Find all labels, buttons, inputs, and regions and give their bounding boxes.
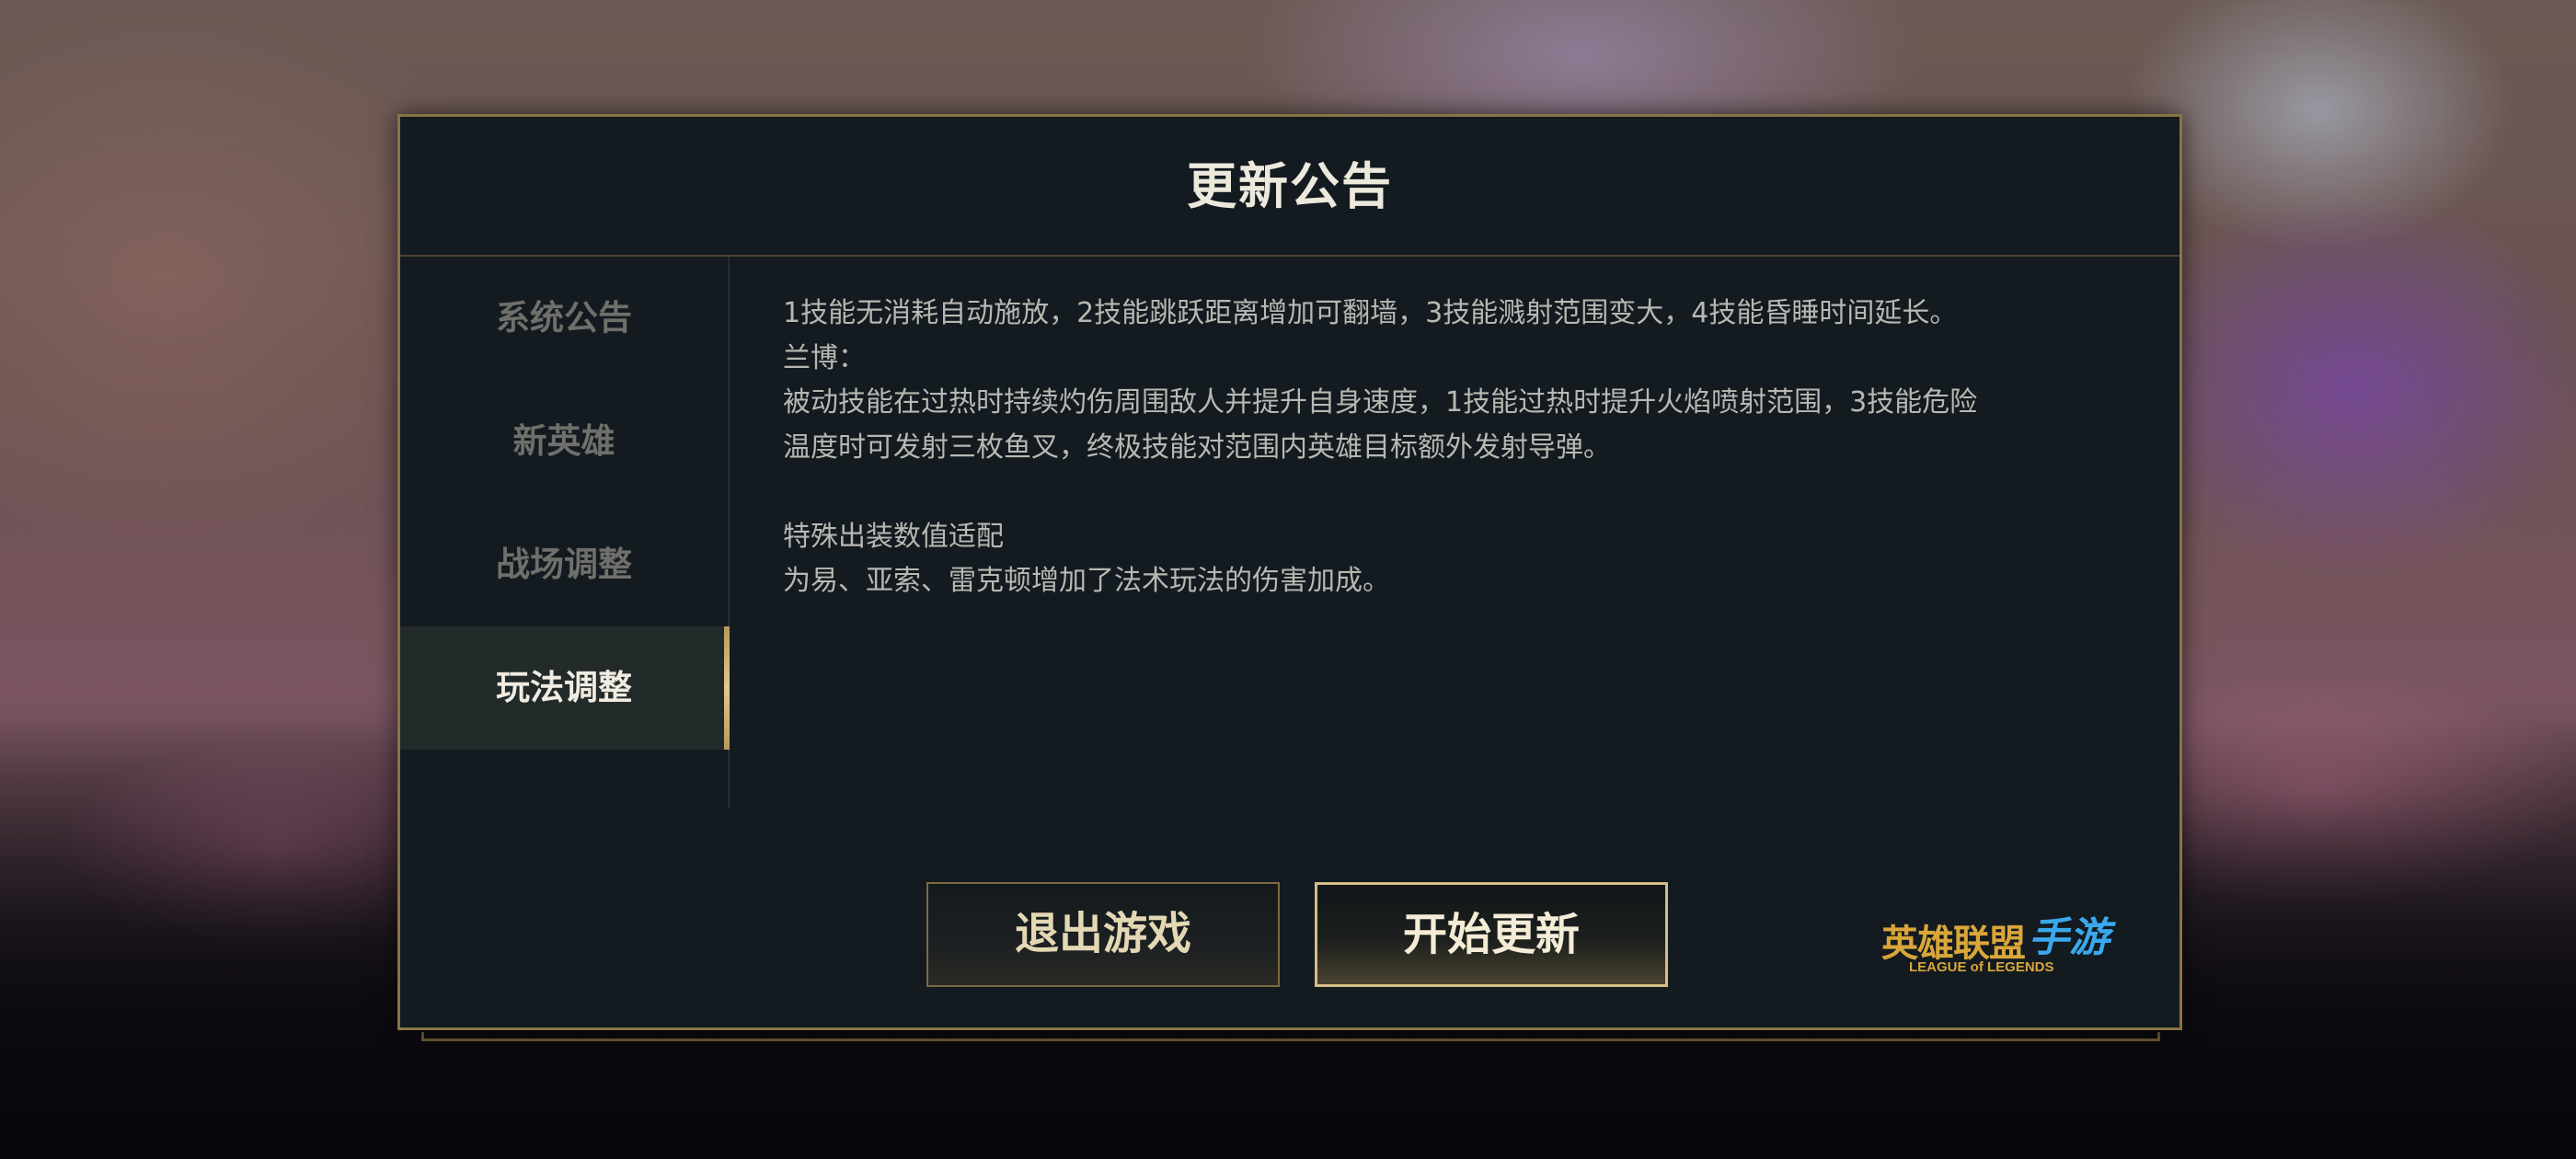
content-line: 兰博： [783,341,866,374]
announcement-sidebar: 系统公告 新英雄 战场调整 玩法调整 [400,257,730,809]
league-of-legends-mobile-logo: 英雄联盟 手游 LEAGUE of LEGENDS [1881,908,2157,981]
start-update-button[interactable]: 开始更新 [1315,882,1668,987]
content-line: 特殊出装数值适配 [783,520,1004,553]
dialog-title: 更新公告 [1187,157,1393,215]
logo-sub-text: LEAGUE of LEGENDS [1909,959,2054,975]
content-line: 温度时可发射三枚鱼叉，终极技能对范围内英雄目标额外发射导弹。 [783,430,1611,464]
dialog-base-trim [421,1032,2160,1041]
quit-game-button[interactable]: 退出游戏 [926,882,1280,987]
tab-new-champion[interactable]: 新英雄 [400,380,728,503]
content-line: 被动技能在过热时持续灼伤周围敌人并提升自身速度，1技能过热时提升火焰喷射范围，3… [783,386,1978,419]
dialog-header: 更新公告 [400,117,2179,257]
tab-label: 新英雄 [512,421,615,461]
content-line: 为易、亚索、雷克顿增加了法术玩法的伤害加成。 [783,565,1390,597]
tab-label: 战场调整 [496,545,632,584]
tab-gameplay-adjustment[interactable]: 玩法调整 [400,626,730,750]
active-tab-indicator [724,626,730,750]
content-line: 1技能无消耗自动施放，2技能跳跃距离增加可翻墙，3技能溅射范围变大，4技能昏睡时… [783,297,1958,329]
game-scene: 更新公告 系统公告 新英雄 战场调整 玩法调整 1技能无消耗自动施放，2技能跳跃… [0,0,2576,1159]
tab-label: 玩法调整 [496,668,632,707]
tab-battlefield-adjustment[interactable]: 战场调整 [400,503,728,626]
logo-script-text: 手游 [2029,914,2110,961]
update-announcement-dialog: 更新公告 系统公告 新英雄 战场调整 玩法调整 1技能无消耗自动施放，2技能跳跃… [397,114,2182,1030]
tab-system-announcement[interactable]: 系统公告 [400,257,728,380]
tab-label: 系统公告 [496,298,632,338]
announcement-content: 1技能无消耗自动施放，2技能跳跃距离增加可翻墙，3技能溅射范围变大，4技能昏睡时… [783,292,2145,770]
